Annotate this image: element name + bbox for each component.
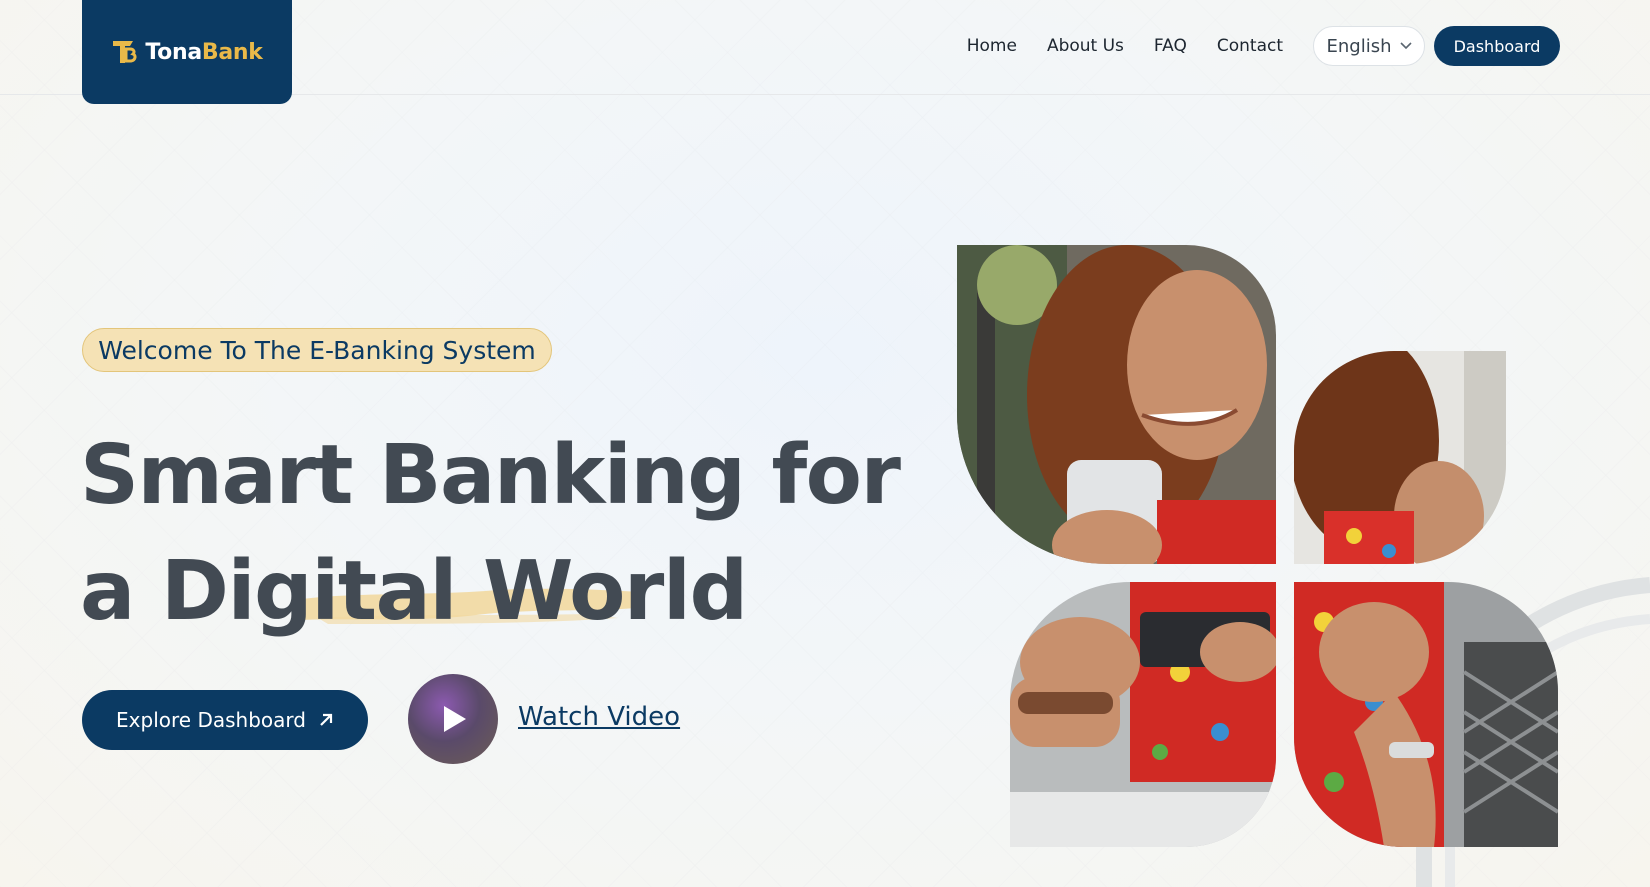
- headline-line-2: a Digital World: [80, 544, 748, 639]
- hero-photo-bottom-left: [1010, 582, 1276, 847]
- explore-dashboard-button[interactable]: Explore Dashboard: [82, 690, 368, 750]
- hero-photo-bottom-right: [1294, 582, 1558, 847]
- tonabank-logo-icon: [113, 41, 137, 63]
- brand-name: TonaBank: [145, 39, 263, 65]
- welcome-badge: Welcome To The E-Banking System: [82, 328, 552, 372]
- nav-link-contact[interactable]: Contact: [1217, 36, 1283, 56]
- hero-photo-top-right: [1294, 351, 1506, 564]
- dashboard-button[interactable]: Dashboard: [1434, 26, 1560, 66]
- arrow-up-right-icon: [320, 713, 333, 726]
- video-thumbnail[interactable]: [408, 674, 498, 764]
- hero-headline: Smart Banking for a Digital World: [80, 418, 901, 650]
- hero-photo-top-left: [957, 245, 1276, 564]
- language-label: English: [1326, 35, 1392, 57]
- brand-logo[interactable]: TonaBank: [82, 0, 292, 104]
- explore-dashboard-label: Explore Dashboard: [116, 708, 306, 732]
- language-selector[interactable]: English: [1313, 26, 1425, 66]
- site-header: TonaBank Home About Us FAQ Contact Engli…: [0, 0, 1650, 104]
- nav-link-faq[interactable]: FAQ: [1154, 36, 1187, 56]
- chevron-down-icon: [1399, 42, 1412, 50]
- watch-video-link[interactable]: Watch Video: [518, 702, 680, 732]
- headline-line-1: Smart Banking for: [80, 428, 901, 523]
- nav-link-home[interactable]: Home: [967, 36, 1017, 56]
- main-nav: Home About Us FAQ Contact English Dashbo…: [967, 26, 1560, 66]
- nav-link-about[interactable]: About Us: [1047, 36, 1124, 56]
- play-icon: [444, 706, 466, 732]
